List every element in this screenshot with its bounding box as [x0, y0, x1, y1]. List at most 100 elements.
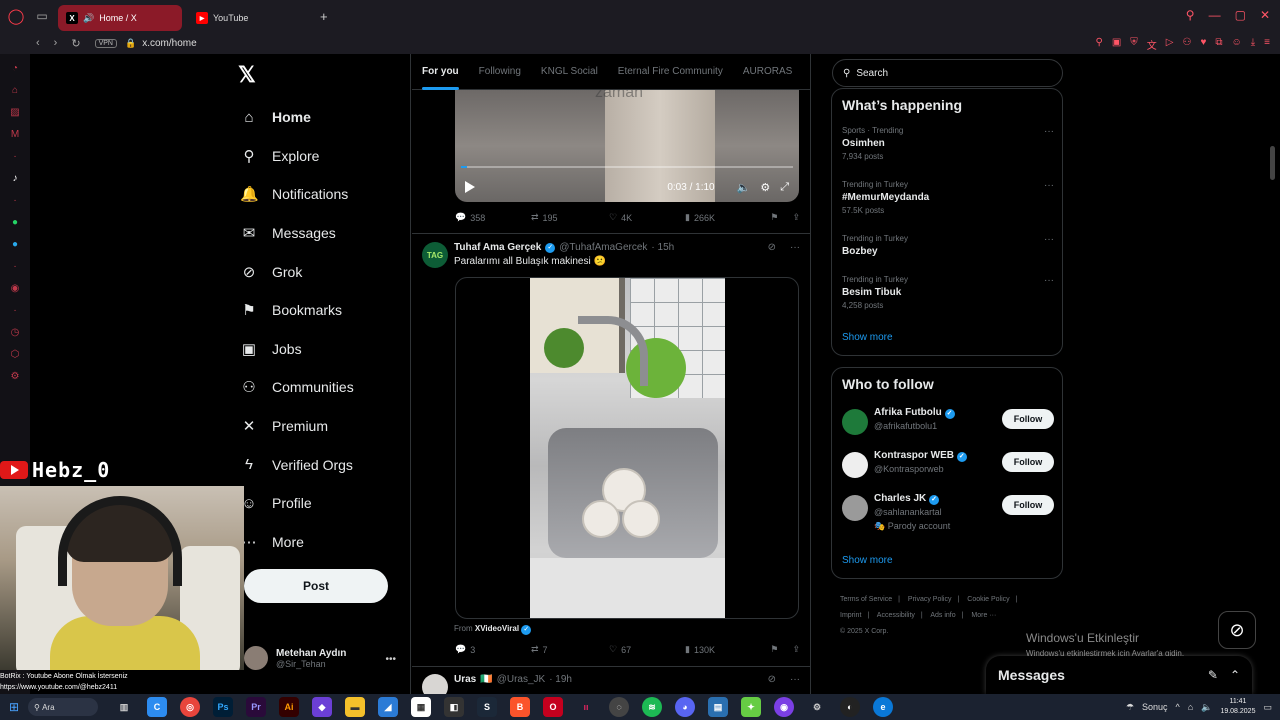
adblock-icon[interactable]: ⛨ — [1130, 37, 1138, 52]
tweet-video[interactable] — [455, 277, 799, 619]
author-handle[interactable]: @TuhafAmaGercek — [559, 242, 647, 253]
show-more-link[interactable]: Show more — [842, 332, 893, 343]
brave-icon[interactable]: B — [510, 697, 530, 717]
footer-link[interactable]: Accessibility — [877, 612, 915, 619]
weather-icon[interactable]: ☂ — [1126, 702, 1134, 713]
file-explorer-icon[interactable]: ▬ — [345, 697, 365, 717]
nav-item-explore[interactable]: ⚲ Explore — [240, 137, 354, 176]
more-dots-icon[interactable]: ··· — [1044, 126, 1054, 137]
opera-menu-icon[interactable]: ◯ — [0, 0, 32, 32]
trend-item[interactable]: Trending in Turkey #MemurMeydanda 57.5K … — [842, 180, 1054, 215]
menu-icon[interactable]: ≡ — [1264, 37, 1270, 52]
volume-icon[interactable]: 🔈 — [737, 181, 751, 194]
notification-icon[interactable]: ▭ — [1263, 702, 1272, 713]
more-dots-icon[interactable]: ··· — [1044, 234, 1054, 245]
edge-icon[interactable]: e — [873, 697, 893, 717]
trend-item[interactable]: Trending in Turkey Bozbey ··· — [842, 234, 1054, 257]
follow-button[interactable]: Follow — [1002, 409, 1054, 429]
tab-kngl-social[interactable]: KNGL Social — [531, 54, 608, 90]
footer-link[interactable]: Cookie Policy — [967, 596, 1009, 603]
trend-item[interactable]: Sports · Trending Osimhen 7,934 posts ··… — [842, 126, 1054, 161]
app-icon[interactable]: ◧ — [444, 697, 464, 717]
footer-link[interactable]: Imprint — [840, 612, 861, 619]
footer-link[interactable]: Privacy Policy — [908, 596, 952, 603]
repost-button[interactable]: ⇄ 195 — [531, 212, 609, 223]
follow-suggestion[interactable]: Charles JK ✓ @sahlanankartal 🎭 Parody ac… — [842, 493, 1054, 537]
extensions-sidebar-icon[interactable]: ⬡ — [11, 344, 20, 366]
settings-icon[interactable]: ⚙ — [760, 181, 770, 194]
tab-for-you[interactable]: For you — [412, 54, 469, 90]
copilot-icon[interactable]: C — [147, 697, 167, 717]
app-icon[interactable]: ◢ — [378, 697, 398, 717]
show-more-link[interactable]: Show more — [842, 555, 893, 566]
like-button[interactable]: ♡ 4K — [609, 212, 685, 223]
reply-button[interactable]: 💬 3 — [455, 644, 531, 655]
history-icon[interactable]: ◷ — [11, 322, 20, 344]
author-name[interactable]: Tuhaf Ama Gerçek — [454, 242, 541, 253]
reply-button[interactable]: 💬 358 — [455, 212, 531, 223]
more-dots-icon[interactable]: ··· — [1044, 180, 1054, 191]
more-dots-icon[interactable]: ··· — [1044, 275, 1054, 286]
grok-icon[interactable]: ⊘ — [768, 242, 776, 253]
tab-following[interactable]: Following — [469, 54, 531, 90]
messenger-icon[interactable]: M — [11, 124, 19, 146]
profile-icon[interactable]: ☺ — [1232, 37, 1242, 52]
follow-button[interactable]: Follow — [1002, 495, 1054, 515]
scrollbar-thumb[interactable] — [1270, 146, 1275, 180]
app-icon[interactable]: ıı — [576, 697, 596, 717]
vpn-badge[interactable]: VPN — [94, 38, 117, 48]
messages-drawer[interactable]: Messages ✎ ⌃ — [986, 656, 1252, 694]
account-switcher[interactable]: Metehan Aydın @Sir_Tehan ••• — [244, 646, 404, 670]
spotify-icon[interactable]: ≋ — [642, 697, 662, 717]
views-button[interactable]: ▮ 266K — [685, 212, 767, 223]
windows-start-icon[interactable]: ⊞ — [0, 700, 28, 714]
like-button[interactable]: ♡ 67 — [609, 644, 685, 655]
task-view-icon[interactable]: ▥ — [114, 697, 134, 717]
trend-item[interactable]: Trending in Turkey Besim Tibuk 4,258 pos… — [842, 275, 1054, 310]
illustrator-icon[interactable]: Ai — [279, 697, 299, 717]
x-logo-icon[interactable]: 𝕏 — [238, 62, 256, 88]
scrollbar[interactable] — [1270, 56, 1276, 692]
follow-button[interactable]: Follow — [1002, 452, 1054, 472]
nav-item-grok[interactable]: ⊘ Grok — [240, 252, 354, 291]
from-source[interactable]: XVideoViral — [475, 624, 519, 633]
more-dots-icon[interactable]: ··· — [790, 242, 800, 253]
nav-item-notifications[interactable]: 🔔 Notifications — [240, 175, 354, 214]
share-icon[interactable]: ⇪ — [792, 212, 800, 223]
video-progress-bar[interactable] — [461, 166, 793, 168]
network-icon[interactable]: ⌂ — [1188, 702, 1193, 712]
player-sidebar-icon[interactable]: ◉ — [11, 278, 20, 300]
author-handle[interactable]: @Uras_JK — [497, 674, 546, 685]
opera-icon[interactable]: O — [543, 697, 563, 717]
follow-suggestion[interactable]: Kontraspor WEB ✓ @Kontrasporweb Follow — [842, 450, 1054, 486]
premiere-icon[interactable]: Pr — [246, 697, 266, 717]
tweet-time[interactable]: · 19h — [549, 674, 572, 685]
video-player[interactable]: zaman 0:03 / 1:10 🔈 ⚙ ⤢ — [455, 90, 799, 202]
follow-suggestion[interactable]: Afrika Futbolu ✓ @afrikafutbolu1 Follow — [842, 407, 1054, 443]
weather-label[interactable]: Sonuç — [1142, 702, 1168, 712]
nav-item-communities[interactable]: ⚇ Communities — [240, 368, 353, 407]
nav-item-messages[interactable]: ✉ Messages — [240, 214, 354, 253]
extensions-icon[interactable]: ⧉ — [1215, 37, 1222, 52]
search-tabs-icon[interactable]: ⚲ — [1186, 8, 1195, 22]
telegram-icon[interactable]: ● — [12, 234, 18, 256]
flow-icon[interactable]: ▨ — [10, 102, 19, 124]
translate-icon[interactable]: 文 — [1147, 37, 1157, 52]
snapshot-icon[interactable]: ▣ — [1112, 37, 1121, 52]
app-icon[interactable]: ◐ — [840, 697, 860, 717]
post-button[interactable]: Post — [244, 569, 388, 603]
forward-icon[interactable]: › — [54, 37, 58, 50]
bookmark-icon[interactable]: ⚑ — [770, 212, 778, 223]
workspaces-icon[interactable]: ▭ — [32, 9, 52, 23]
steam-icon[interactable]: S — [477, 697, 497, 717]
author-name[interactable]: Uras — [454, 674, 476, 685]
vpn-icon[interactable]: ⚇ — [1182, 37, 1191, 52]
photoshop-icon[interactable]: Ps — [213, 697, 233, 717]
store-icon[interactable]: ▦ — [411, 697, 431, 717]
back-icon[interactable]: ‹ — [36, 37, 40, 50]
nav-item-home[interactable]: ⌂ Home — [240, 98, 354, 137]
app-icon[interactable]: ◆ — [312, 697, 332, 717]
share-icon[interactable]: ⇪ — [792, 644, 800, 655]
nav-item-premium[interactable]: ✕ Premium — [240, 407, 354, 446]
discord-icon[interactable]: ◕ — [675, 697, 695, 717]
